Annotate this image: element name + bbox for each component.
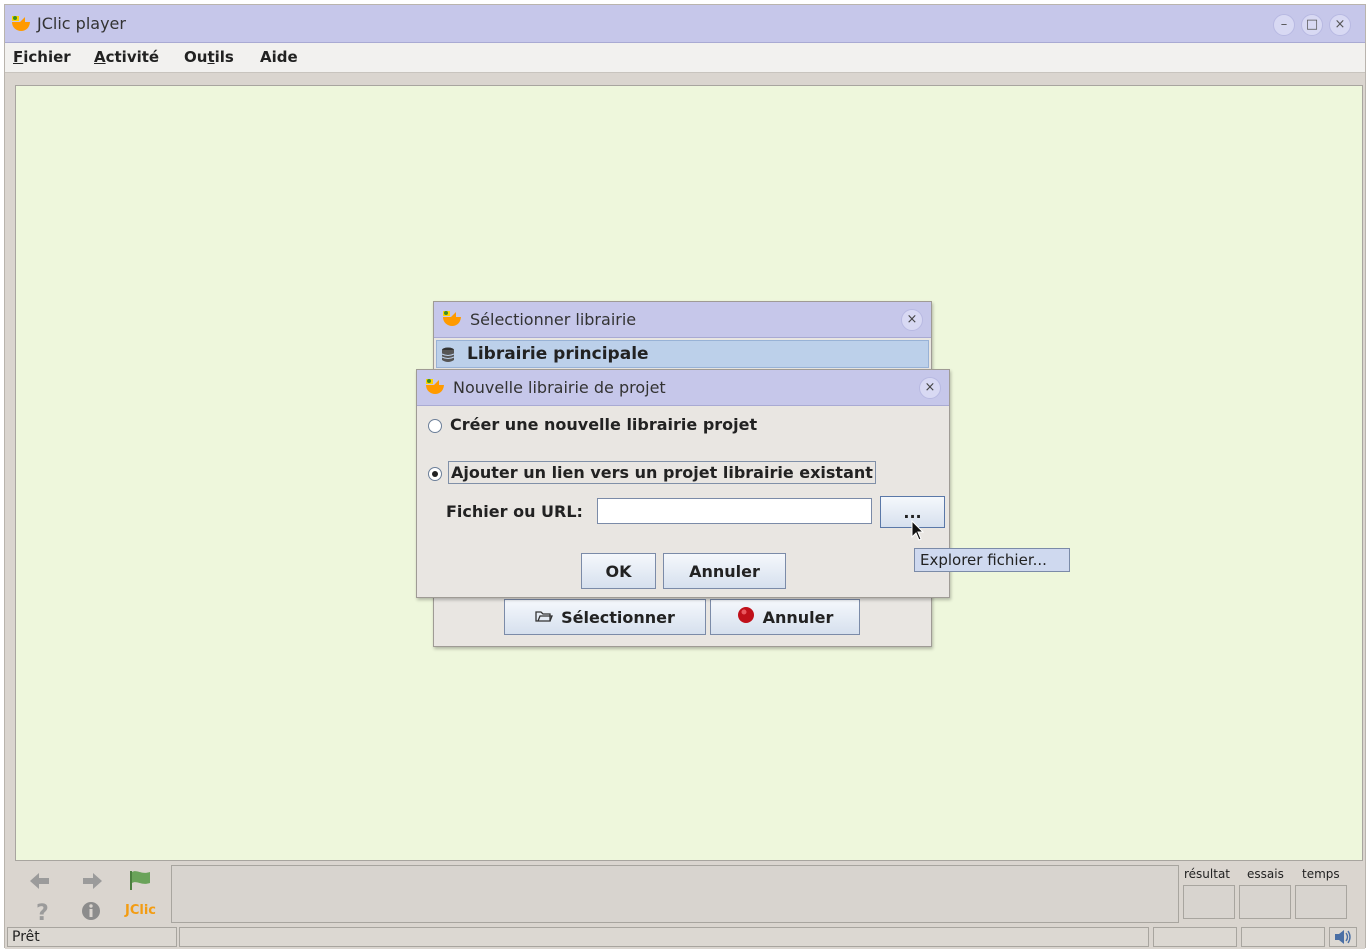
app-icon bbox=[423, 376, 447, 404]
message-box bbox=[171, 865, 1179, 923]
create-library-radio[interactable] bbox=[428, 419, 442, 433]
library-item[interactable]: Librairie principale bbox=[436, 340, 929, 368]
cancel-button[interactable]: Annuler bbox=[663, 553, 786, 589]
menu-outils[interactable]: Outils bbox=[184, 48, 234, 66]
minimize-icon[interactable]: – bbox=[1273, 14, 1295, 36]
speaker-icon bbox=[1334, 929, 1352, 949]
speaker-button[interactable] bbox=[1329, 927, 1357, 947]
mouse-pointer-icon bbox=[911, 519, 925, 546]
time-label: temps bbox=[1302, 867, 1340, 881]
database-icon bbox=[441, 347, 455, 367]
attempts-box bbox=[1239, 885, 1291, 919]
help-icon[interactable]: ? bbox=[35, 899, 51, 927]
close-icon[interactable]: × bbox=[1329, 14, 1351, 36]
jclic-logo[interactable]: JClic bbox=[125, 903, 156, 918]
status-cell-3 bbox=[1241, 927, 1325, 947]
status-cell: Prêt bbox=[7, 927, 177, 947]
select-button-label: Sélectionner bbox=[561, 607, 675, 627]
cancel-button-label: Annuler bbox=[689, 561, 760, 581]
status-cell-2 bbox=[1153, 927, 1237, 947]
status-text: Prêt bbox=[12, 929, 40, 945]
app-icon bbox=[440, 308, 464, 336]
close-icon[interactable]: × bbox=[919, 377, 941, 399]
arrow-right-icon[interactable] bbox=[81, 871, 103, 895]
window-title: JClic player bbox=[37, 14, 126, 33]
arrow-left-icon[interactable] bbox=[29, 871, 51, 895]
ok-button[interactable]: OK bbox=[581, 553, 656, 589]
folder-icon bbox=[535, 608, 554, 627]
file-url-label: Fichier ou URL: bbox=[446, 502, 583, 521]
control-panel: ? JClic résultat essais temps bbox=[5, 863, 1365, 927]
dialog-title: Nouvelle librairie de projet bbox=[453, 378, 666, 397]
library-item-label: Librairie principale bbox=[467, 344, 649, 364]
dialog-title: Sélectionner librairie bbox=[470, 310, 637, 329]
browse-button-label: ... bbox=[903, 502, 922, 522]
menu-aide[interactable]: Aide bbox=[260, 48, 298, 66]
create-library-label[interactable]: Créer une nouvelle librairie projet bbox=[450, 415, 757, 434]
status-bar: Prêt bbox=[5, 925, 1365, 949]
stop-icon bbox=[737, 606, 755, 628]
file-url-input[interactable] bbox=[597, 498, 872, 524]
app-icon bbox=[9, 13, 33, 41]
menu-fichier[interactable]: Fichier bbox=[13, 48, 71, 66]
new-library-title-bar[interactable]: Nouvelle librairie de projet × bbox=[417, 370, 949, 406]
link-library-label[interactable]: Ajouter un lien vers un projet librairie… bbox=[448, 461, 876, 484]
title-bar[interactable]: JClic player – □ × bbox=[5, 5, 1365, 43]
browse-tooltip: Explorer fichier... bbox=[914, 548, 1070, 572]
score-label: résultat bbox=[1184, 867, 1231, 881]
maximize-icon[interactable]: □ bbox=[1301, 14, 1323, 36]
link-library-radio[interactable] bbox=[428, 467, 442, 481]
status-progress bbox=[179, 927, 1149, 947]
attempts-label: essais bbox=[1247, 867, 1284, 881]
select-library-title-bar[interactable]: Sélectionner librairie × bbox=[434, 302, 931, 338]
new-library-dialog: Nouvelle librairie de projet × Créer une… bbox=[416, 369, 950, 598]
menu-activite[interactable]: Activité bbox=[94, 48, 159, 66]
ok-button-label: OK bbox=[605, 561, 632, 581]
svg-text:?: ? bbox=[36, 901, 49, 923]
menu-bar: Fichier Activité Outils Aide bbox=[5, 43, 1365, 73]
score-box bbox=[1183, 885, 1235, 919]
cancel-select-button-label: Annuler bbox=[762, 607, 834, 627]
flag-icon[interactable] bbox=[129, 869, 153, 895]
select-button[interactable]: Sélectionner bbox=[504, 599, 706, 635]
info-icon[interactable] bbox=[81, 901, 101, 925]
close-icon[interactable]: × bbox=[901, 309, 923, 331]
cancel-select-button[interactable]: Annuler bbox=[710, 599, 860, 635]
time-box bbox=[1295, 885, 1347, 919]
